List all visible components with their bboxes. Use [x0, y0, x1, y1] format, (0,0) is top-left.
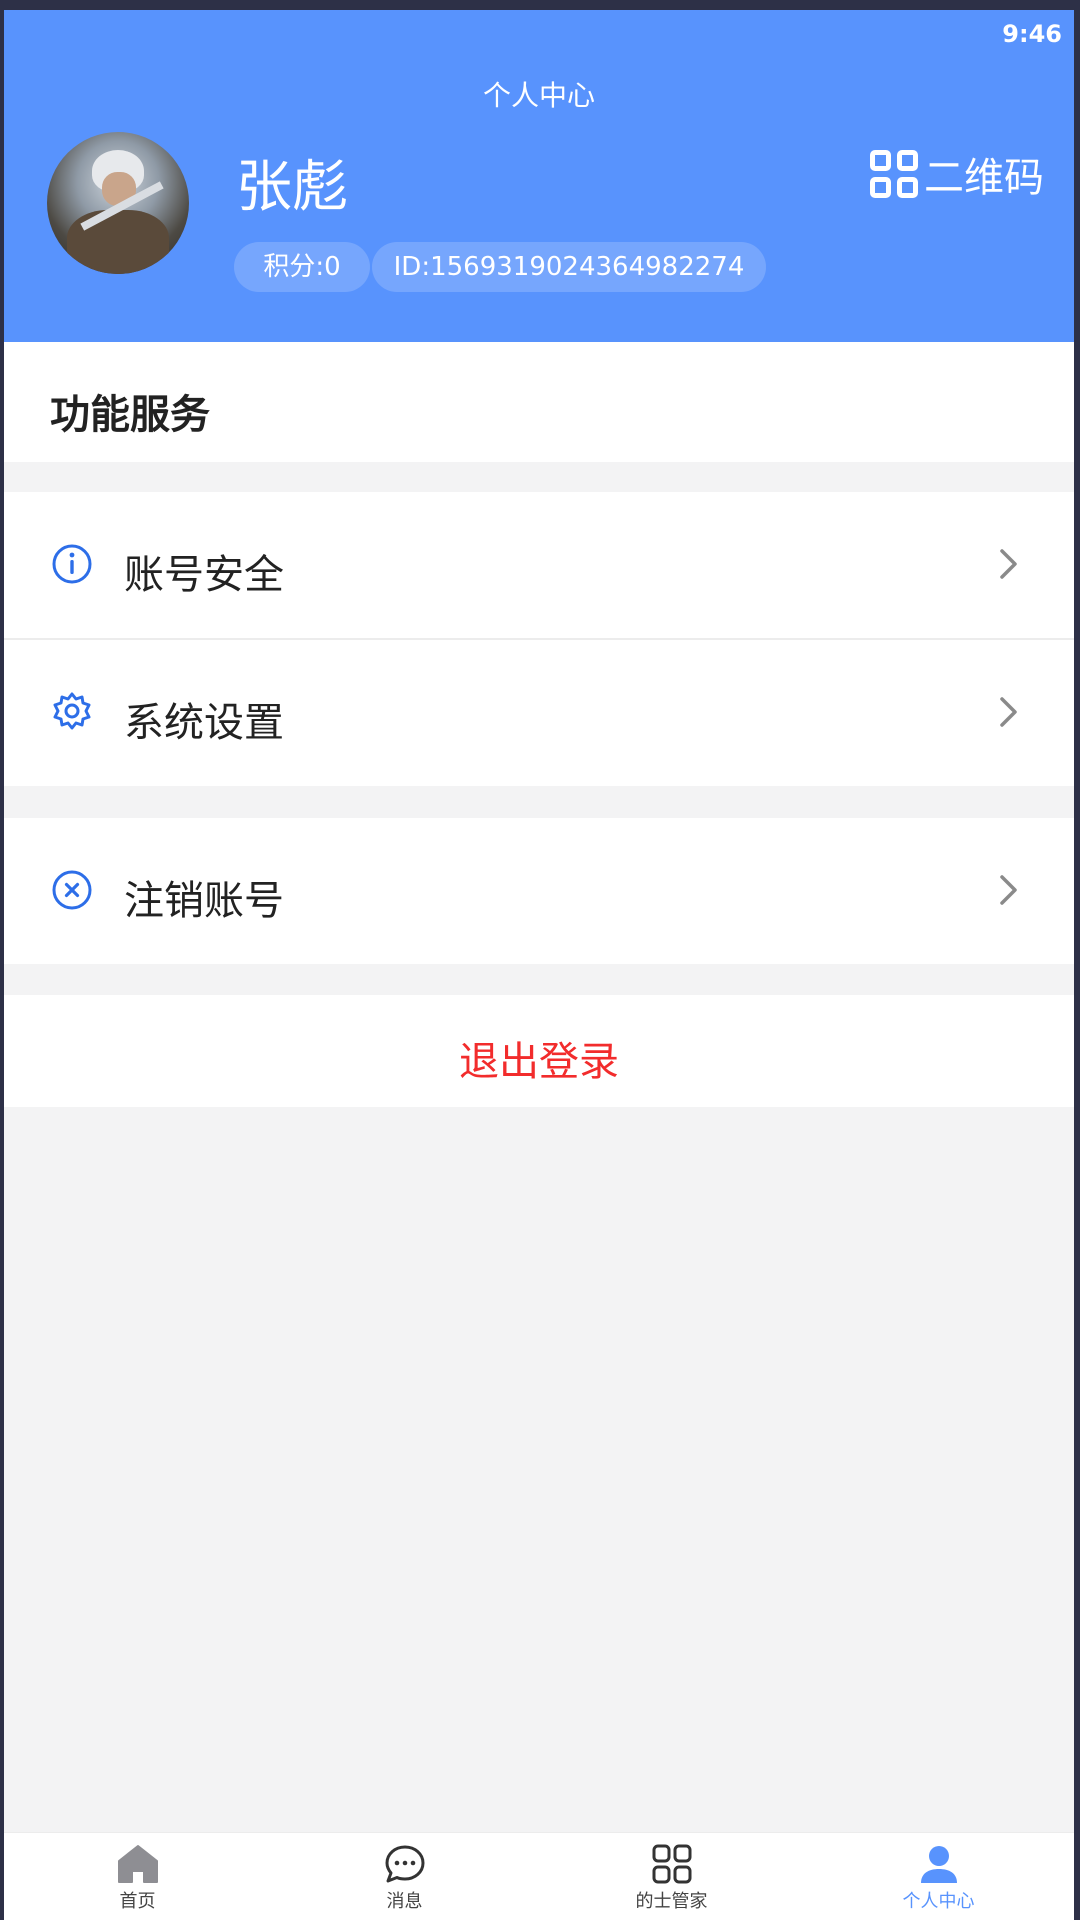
close-circle-icon: [52, 870, 92, 910]
page-title: 个人中心: [482, 79, 595, 112]
tab-label: 的士管家: [635, 1891, 708, 1912]
user-icon: [920, 1846, 957, 1883]
menu-item-system-settings[interactable]: 系统设置: [4, 640, 1074, 786]
bottom-tab-bar: 首页 消息 的士管家 个人中心: [4, 1832, 1074, 1920]
home-icon: [117, 1845, 158, 1883]
qr-code-label: 二维码: [924, 155, 1044, 201]
menu-item-label: 注销账号: [124, 878, 284, 924]
tab-label: 个人中心: [902, 1891, 975, 1912]
tab-profile[interactable]: 个人中心: [805, 1833, 1072, 1920]
chevron-right-icon: [1000, 875, 1017, 905]
qr-code-button[interactable]: 二维码: [870, 146, 1044, 202]
profile-header: 9:46 个人中心 张彪 积分:0 ID:1569319024364982274…: [4, 10, 1074, 342]
logout-label: 退出登录: [459, 1039, 619, 1085]
tab-home[interactable]: 首页: [4, 1833, 271, 1920]
tab-taxi-butler[interactable]: 的士管家: [538, 1833, 805, 1920]
tab-messages[interactable]: 消息: [271, 1833, 538, 1920]
chevron-right-icon: [1000, 697, 1017, 727]
gear-icon: [53, 692, 91, 730]
status-time: 9:46: [1002, 20, 1062, 48]
menu-item-account-security[interactable]: 账号安全: [4, 492, 1074, 638]
logout-button[interactable]: 退出登录: [4, 995, 1074, 1107]
section-title: 功能服务: [50, 392, 210, 438]
menu-item-label: 系统设置: [124, 700, 284, 746]
points-badge: 积分:0: [234, 242, 370, 292]
grid-icon: [652, 1844, 691, 1884]
tab-label: 消息: [386, 1891, 423, 1912]
message-icon: [385, 1845, 424, 1883]
app-screen: 9:46 个人中心 张彪 积分:0 ID:1569319024364982274…: [4, 10, 1074, 1920]
avatar[interactable]: [47, 132, 189, 274]
info-icon: [52, 544, 92, 584]
user-name: 张彪: [236, 155, 348, 220]
chevron-right-icon: [1000, 549, 1017, 579]
qr-code-icon: [870, 150, 918, 198]
menu-item-cancel-account[interactable]: 注销账号: [4, 818, 1074, 964]
tab-label: 首页: [119, 1891, 156, 1912]
menu-item-label: 账号安全: [124, 552, 284, 598]
section-header: 功能服务: [4, 342, 1074, 462]
user-id-badge: ID:1569319024364982274: [372, 242, 766, 292]
